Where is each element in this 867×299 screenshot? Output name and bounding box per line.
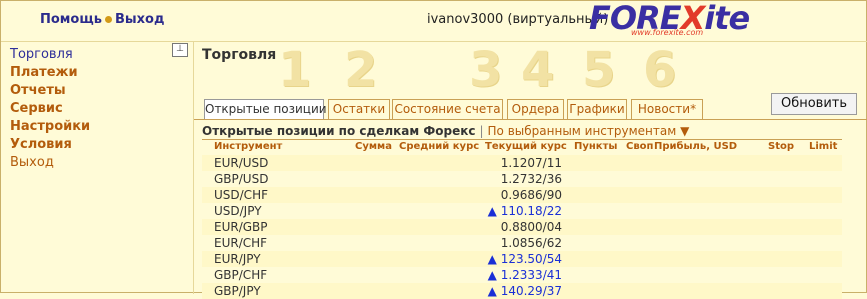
sidebar: ⊥ Торговля Платежи Отчеты Сервис Настрой…: [1, 42, 194, 294]
tab-account-status[interactable]: Состояние счета: [392, 99, 503, 119]
column-header-average-rate[interactable]: Средний курс: [399, 141, 479, 152]
instrument-cell: EUR/CHF: [214, 236, 268, 250]
user-name: ivanov3000 (виртуальный): [427, 12, 609, 27]
positions-table: Инструмент Сумма Средний курс Текущий ку…: [202, 140, 842, 299]
current-rate-cell: ▲ 140.29/37: [487, 284, 562, 298]
instrument-filter-dropdown[interactable]: По выбранным инструментам ▼: [488, 124, 690, 138]
help-link[interactable]: Помощь: [40, 12, 102, 27]
step-number: 2: [344, 42, 378, 98]
column-header-points[interactable]: Пункты: [574, 141, 617, 152]
step-number: 4: [521, 42, 555, 98]
forexite-logo: FOREXite www.forexite.com: [589, 0, 764, 41]
tab-orders[interactable]: Ордера: [507, 99, 564, 119]
instrument-cell: USD/JPY: [214, 204, 262, 218]
current-rate-cell: 1.2732/36: [500, 172, 562, 186]
instrument-cell: GBP/CHF: [214, 268, 268, 282]
step-number: 3: [469, 42, 503, 98]
instrument-cell: EUR/USD: [214, 156, 269, 170]
current-rate-cell: 1.0856/62: [500, 236, 562, 250]
section-title: Открытые позиции по сделкам Форекс: [202, 124, 476, 138]
section-heading: Открытые позиции по сделкам Форекс | По вы…: [202, 124, 689, 138]
column-header-amount[interactable]: Сумма: [355, 141, 392, 152]
sidebar-item-trading[interactable]: Торговля: [10, 46, 90, 64]
main-content: Торговля 1 2 3 4 5 6 Открытые позиции Ос…: [194, 42, 867, 299]
tab-underline: [194, 119, 867, 120]
pin-icon[interactable]: ⊥: [172, 43, 188, 57]
top-links: Помощь Выход: [40, 12, 164, 27]
sidebar-item-reports[interactable]: Отчеты: [10, 82, 90, 100]
table-header: Инструмент Сумма Средний курс Текущий ку…: [202, 140, 842, 155]
table-row[interactable]: EUR/CHF 1.0856/62: [202, 235, 842, 251]
instrument-cell: EUR/JPY: [214, 252, 261, 266]
current-rate-cell: ▲ 110.18/22: [487, 204, 562, 218]
current-rate-cell: 1.1207/11: [500, 156, 562, 170]
column-header-swap[interactable]: Своп: [626, 141, 653, 152]
table-body: EUR/USD 1.1207/11 GBP/USD 1.2732/36 USD/CHF 0…: [202, 155, 842, 299]
tab-news[interactable]: Новости*: [631, 99, 703, 119]
column-header-limit[interactable]: Limit: [809, 141, 837, 152]
sidebar-nav: Торговля Платежи Отчеты Сервис Настройки…: [10, 46, 90, 172]
instrument-cell: GBP/USD: [214, 172, 269, 186]
tab-balances[interactable]: Остатки: [328, 99, 390, 119]
current-rate-cell: ▲ 123.50/54: [487, 252, 562, 266]
column-header-profit[interactable]: Прибыль, USD: [654, 141, 737, 152]
table-row[interactable]: GBP/JPY ▲ 140.29/37: [202, 283, 842, 299]
current-rate-cell: ▲ 1.2333/41: [487, 268, 562, 282]
refresh-button[interactable]: Обновить: [771, 93, 857, 115]
sidebar-item-conditions[interactable]: Условия: [10, 136, 90, 154]
sidebar-item-payments[interactable]: Платежи: [10, 64, 90, 82]
sidebar-item-service[interactable]: Сервис: [10, 100, 90, 118]
instrument-cell: EUR/GBP: [214, 220, 268, 234]
instrument-cell: GBP/JPY: [214, 284, 261, 298]
table-row[interactable]: USD/JPY ▲ 110.18/22: [202, 203, 842, 219]
table-row[interactable]: USD/CHF 0.9686/90: [202, 187, 842, 203]
table-row[interactable]: EUR/JPY ▲ 123.50/54: [202, 251, 842, 267]
current-rate-cell: 0.9686/90: [500, 188, 562, 202]
tab-charts[interactable]: Графики: [567, 99, 627, 119]
column-header-instrument[interactable]: Инструмент: [214, 141, 282, 152]
exit-link[interactable]: Выход: [115, 12, 164, 27]
column-header-current-rate[interactable]: Текущий курс: [485, 141, 567, 152]
heading-separator: |: [479, 124, 484, 138]
step-number: 5: [582, 42, 616, 98]
column-header-stop[interactable]: Stop: [768, 141, 794, 152]
bullet-icon: [104, 15, 112, 23]
tab-open-positions[interactable]: Открытые позиции: [204, 99, 327, 120]
logo-url: www.forexite.com: [631, 28, 704, 37]
table-row[interactable]: GBP/CHF ▲ 1.2333/41: [202, 267, 842, 283]
sidebar-item-exit[interactable]: Выход: [10, 154, 90, 172]
table-row[interactable]: EUR/GBP 0.8800/04: [202, 219, 842, 235]
top-bar: Помощь Выход ivanov3000 (виртуальный) FOR…: [1, 0, 867, 41]
sidebar-item-settings[interactable]: Настройки: [10, 118, 90, 136]
current-rate-cell: 0.8800/04: [500, 220, 562, 234]
table-row[interactable]: EUR/USD 1.1207/11: [202, 155, 842, 171]
instrument-cell: USD/CHF: [214, 188, 268, 202]
page-title: Торговля: [202, 47, 277, 63]
step-number: 1: [278, 42, 312, 98]
step-number: 6: [643, 42, 677, 98]
table-row[interactable]: GBP/USD 1.2732/36: [202, 171, 842, 187]
